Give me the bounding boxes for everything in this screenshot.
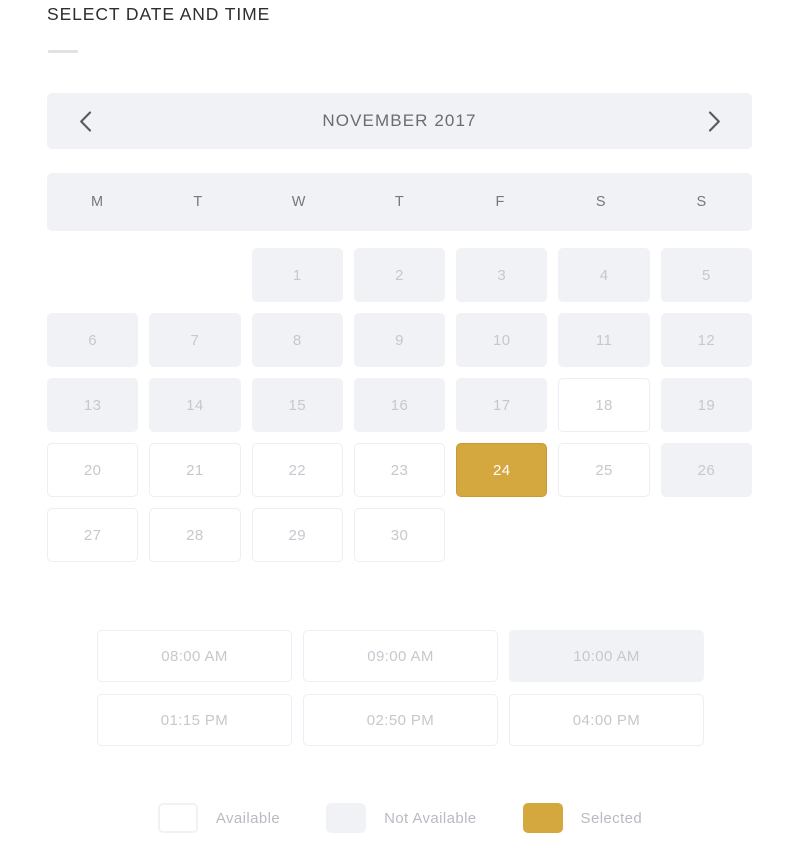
weekday-label: S [696,194,707,210]
current-month-label: NOVEMBER 2017 [322,111,477,130]
weekday-header-row: MTWTFSS [47,173,752,231]
day-cell-17: 17 [456,378,548,432]
day-cell-29[interactable]: 29 [251,508,343,562]
select-date-and-time-panel: SELECT DATE AND TIME NOVEMBER 2017 M T W… [0,0,800,867]
day-cell-13: 13 [47,378,139,432]
legend-item-selected: Selected [522,803,643,833]
day-cell-9: 9 [353,313,446,367]
legend-label: Available [215,809,281,827]
time-slot-grid: 08:00 AM 09:00 AM 10:00 AM 01:15 PM 02:50 PM… [97,630,704,746]
page-title: SELECT DATE AND TIME [47,4,271,24]
day-cell-25[interactable]: 25 [558,443,650,497]
day-cell-16: 16 [353,378,446,432]
day-cell-4: 4 [558,248,650,302]
day-cell-empty [47,248,138,302]
weekday-label: S [595,194,606,210]
day-cell-12: 12 [660,313,752,367]
chevron-left-icon [79,110,92,132]
day-cell-15: 15 [251,378,343,432]
legend-item-unavailable: Not Available [326,803,476,833]
day-cell-14: 14 [149,378,241,432]
day-cell-2: 2 [353,248,446,302]
calendar-month-bar: NOVEMBER 2017 [47,93,752,149]
calendar: NOVEMBER 2017 MTWTFSS 1 2 3 4 5 6 7 8 9 10 11 12 13 1… [47,93,752,562]
day-cell-7: 7 [149,313,241,367]
time-slot-10-00-am: 10:00 AM [509,630,704,682]
day-cell-11: 11 [558,313,650,367]
legend: Available Not Available Selected [0,803,800,833]
day-cell-empty [149,248,240,302]
chevron-right-icon [708,110,721,132]
weekday-label: T [394,194,405,210]
legend-swatch-available [157,803,198,833]
legend-label: Selected [580,809,643,827]
day-cell-10: 10 [456,313,548,367]
next-month-button[interactable] [686,93,742,149]
time-slot-04-00-pm[interactable]: 04:00 PM [509,694,704,746]
legend-label: Not Available [384,809,477,827]
day-cell-18[interactable]: 18 [558,378,650,432]
day-cell-24[interactable]: 24 [456,443,548,497]
day-cell-21[interactable]: 21 [149,443,241,497]
day-cell-1: 1 [251,248,343,302]
day-cell-19: 19 [660,378,752,432]
day-grid: 1 2 3 4 5 6 7 8 9 10 11 12 13 14 15 16 17 18 19 20 21 22 23 24 2… [47,248,752,562]
legend-swatch-selected [522,803,563,833]
weekday-label: F [495,194,505,210]
weekday-label: W [291,194,306,210]
legend-item-available: Available [157,803,281,833]
day-cell-23[interactable]: 23 [353,443,446,497]
day-cell-22[interactable]: 22 [251,443,343,497]
day-cell-5: 5 [660,248,752,302]
time-slot-08-00-am[interactable]: 08:00 AM [97,630,292,682]
title-underline-rule [48,50,78,53]
time-slot-01-15-pm[interactable]: 01:15 PM [97,694,292,746]
day-cell-6: 6 [47,313,139,367]
day-cell-3: 3 [456,248,548,302]
time-slot-02-50-pm[interactable]: 02:50 PM [303,694,498,746]
day-cell-28[interactable]: 28 [149,508,241,562]
legend-swatch-unavailable [326,803,367,833]
day-cell-30[interactable]: 30 [353,508,446,562]
time-slot-09-00-am[interactable]: 09:00 AM [303,630,498,682]
previous-month-button[interactable] [57,93,113,149]
day-cell-26: 26 [660,443,752,497]
day-cell-8: 8 [251,313,343,367]
day-cell-27[interactable]: 27 [47,508,139,562]
weekday-label: M [91,194,104,210]
day-cell-20[interactable]: 20 [47,443,139,497]
weekday-label: T [193,194,203,210]
